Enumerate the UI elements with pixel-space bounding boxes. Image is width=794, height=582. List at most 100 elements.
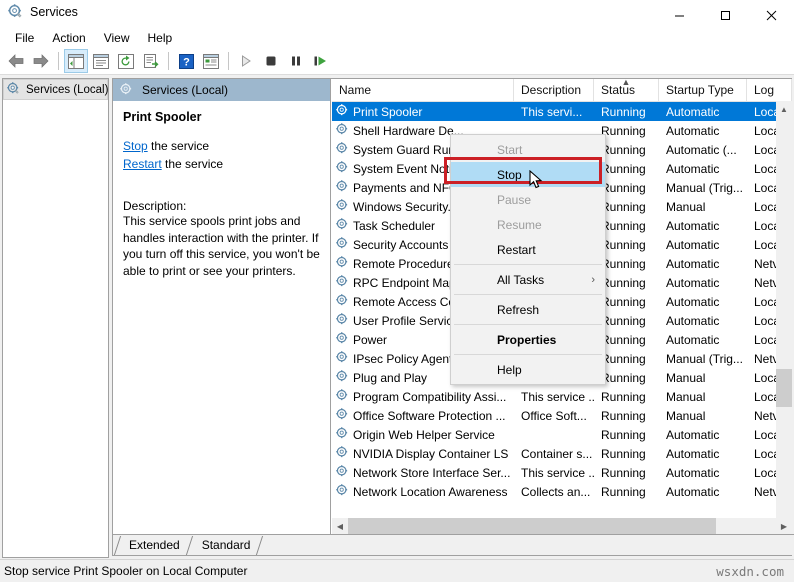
service-name-label: System Guard Run... [353,143,465,157]
sort-ascending-icon: ▲ [622,79,631,87]
service-gear-icon [336,370,349,386]
table-row[interactable]: Network Store Interface Ser...This servi… [332,463,792,482]
context-menu-item-help[interactable]: Help [451,357,605,382]
context-menu-item-restart[interactable]: Restart [451,237,605,262]
stop-service-icon[interactable] [259,49,283,73]
restart-service-link[interactable]: Restart [123,157,162,171]
cell-service-name: Office Software Protection ... [332,408,514,424]
cell-startup-type: Manual (Trig... [659,352,747,366]
column-header-description[interactable]: Description [514,79,594,101]
services-window: Services File Action View Help [0,0,794,582]
tree-node-services-local[interactable]: Services (Local) [3,79,108,100]
table-row[interactable]: NVIDIA Display Container LS Container s..… [332,444,792,463]
forward-arrow-icon[interactable] [29,49,53,73]
tab-standard[interactable]: Standard [190,536,261,555]
restart-service-icon[interactable] [309,49,333,73]
menu-action[interactable]: Action [43,29,94,47]
show-hide-tree-icon[interactable] [64,49,88,73]
context-menu-item-properties[interactable]: Properties [451,327,605,352]
export-list-icon[interactable] [139,49,163,73]
scroll-right-arrow-icon[interactable]: ▶ [776,518,792,534]
service-gear-icon [336,465,349,481]
service-name-label: Origin Web Helper Service [353,428,495,442]
column-header-name[interactable]: Name [332,79,514,101]
cell-startup-type: Manual (Trig... [659,181,747,195]
context-menu-item-label: Help [497,363,522,377]
maximize-button[interactable] [702,0,748,30]
services-gear-icon [8,4,23,19]
start-service-icon[interactable] [234,49,258,73]
table-row[interactable]: Origin Web Helper ServiceRunningAutomati… [332,425,792,444]
context-menu-item-label: All Tasks [497,273,544,287]
service-name-label: Network Location Awareness [353,485,508,499]
console-tree-pane: Services (Local) [2,78,109,558]
service-gear-icon [336,104,349,120]
column-header-startup-type[interactable]: Startup Type [659,79,747,101]
cell-service-name: Network Location Awareness [332,484,514,500]
cell-status: Running [594,105,659,119]
context-menu-item-all-tasks[interactable]: All Tasks› [451,267,605,292]
back-arrow-icon[interactable] [4,49,28,73]
table-row[interactable]: Network Location Awareness Collects an...… [332,482,792,501]
detail-service-name: Print Spooler [123,110,320,124]
service-gear-icon [336,427,349,443]
cell-status: Running [594,466,659,480]
scroll-left-arrow-icon[interactable]: ◀ [332,518,348,534]
vertical-scroll-thumb[interactable] [776,369,792,407]
properties-icon[interactable] [89,49,113,73]
menu-file[interactable]: File [6,29,43,47]
window-controls [656,0,794,30]
menu-view[interactable]: View [95,29,139,47]
cell-service-name: Print Spooler [332,104,514,120]
cell-startup-type: Manual [659,371,747,385]
cell-description: Collects an... [514,485,594,499]
cell-startup-type: Automatic [659,276,747,290]
stop-service-link[interactable]: Stop [123,139,148,153]
cell-startup-type: Manual [659,200,747,214]
title-bar: Services [0,0,794,30]
description-label: Description: [123,199,320,213]
tab-extended-label: Extended [129,538,180,552]
context-menu-item-refresh[interactable]: Refresh [451,297,605,322]
cell-startup-type: Automatic [659,466,747,480]
service-name-label: Task Scheduler [353,219,435,233]
table-row[interactable]: Office Software Protection ...Office Sof… [332,406,792,425]
service-name-label: NVIDIA Display Container LS [353,447,508,461]
help-icon[interactable]: ? [174,49,198,73]
cell-startup-type: Automatic [659,314,747,328]
pause-service-icon[interactable] [284,49,308,73]
list-view-icon[interactable] [199,49,223,73]
context-menu-item-label: Refresh [497,303,539,317]
tab-extended[interactable]: Extended [117,536,190,555]
context-menu-separator [454,264,602,265]
column-header-status[interactable]: ▲ Status [594,79,659,101]
cell-service-name: NVIDIA Display Container LS [332,446,514,462]
cell-status: Running [594,447,659,461]
cell-startup-type: Automatic [659,124,747,138]
service-name-label: Program Compatibility Assi... [353,390,506,404]
scroll-up-arrow-icon[interactable]: ▲ [776,101,792,117]
table-row[interactable]: Print SpoolerThis servi...RunningAutomat… [332,102,792,121]
tree-node-label: Services (Local) [26,84,108,96]
cell-startup-type: Automatic [659,162,747,176]
cell-service-name: Origin Web Helper Service [332,427,514,443]
service-name-label: Remote Access Co... [353,295,465,309]
refresh-icon[interactable] [114,49,138,73]
service-name-label: IPsec Policy Agent [353,352,452,366]
vertical-scrollbar[interactable]: ▲ ▼ [776,101,792,533]
horizontal-scroll-thumb[interactable] [348,518,716,534]
close-button[interactable] [748,0,794,30]
status-bar-text: Stop service Print Spooler on Local Comp… [0,564,247,578]
table-row[interactable]: Program Compatibility Assi...This servic… [332,387,792,406]
cell-status: Running [594,428,659,442]
horizontal-scrollbar[interactable]: ◀ ▶ [332,518,792,534]
column-header-log-on-as[interactable]: Log [747,79,792,101]
view-tab-strip: Extended Standard [113,534,794,555]
context-menu-separator [454,324,602,325]
context-menu-separator [454,294,602,295]
cell-description: Container s... [514,447,594,461]
minimize-button[interactable] [656,0,702,30]
menu-help[interactable]: Help [139,29,182,47]
context-menu-item-label: Start [497,143,522,157]
cell-startup-type: Automatic [659,485,747,499]
